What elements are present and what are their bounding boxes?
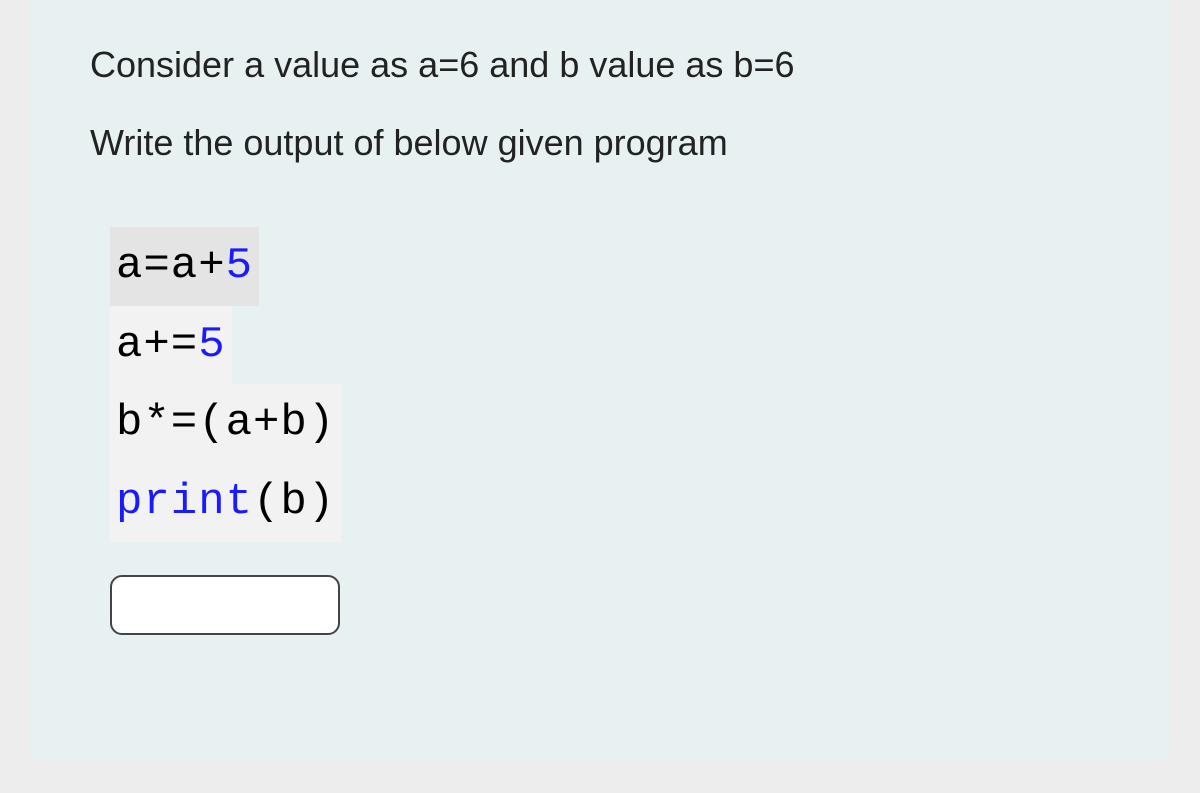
code-token: (b) xyxy=(253,477,335,527)
code-token: a=a+ xyxy=(116,241,226,291)
code-func-token: print xyxy=(116,477,253,527)
question-line-1: Consider a value as a=6 and b value as b… xyxy=(90,40,1110,90)
code-number-token: 5 xyxy=(198,320,225,370)
code-token: a+= xyxy=(116,320,198,370)
question-panel: Consider a value as a=6 and b value as b… xyxy=(30,0,1170,760)
code-token: b*=(a+b) xyxy=(116,398,335,448)
code-number-token: 5 xyxy=(226,241,253,291)
code-line-1: a=a+5 xyxy=(110,227,259,306)
code-line-4: print(b) xyxy=(110,463,341,542)
code-line-3: b*=(a+b) xyxy=(110,384,341,463)
code-line-2: a+=5 xyxy=(110,306,232,385)
answer-input[interactable] xyxy=(110,575,340,635)
code-block: a=a+5 a+=5 b*=(a+b) print(b) xyxy=(110,227,341,542)
question-line-2: Write the output of below given program xyxy=(90,118,1110,168)
